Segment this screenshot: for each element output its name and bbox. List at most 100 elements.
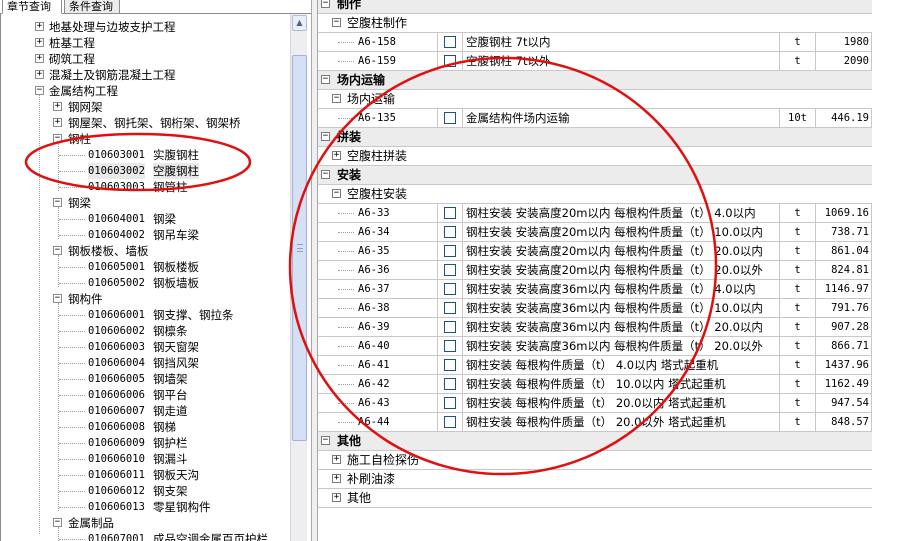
tree-item-010606007[interactable]: 010606007 钢走道 [1, 403, 291, 419]
minus-box-icon[interactable]: − [321, 170, 330, 179]
tree-item-010606012[interactable]: 010606012 钢支架 [1, 483, 291, 499]
tree-item-010606013[interactable]: 010606013 零星钢构件 [1, 499, 291, 515]
select-checkbox[interactable] [444, 112, 456, 124]
select-checkbox[interactable] [444, 226, 456, 238]
tree-item-010607001[interactable]: 010607001 成品空调金属百页护栏 [1, 531, 291, 541]
tree-node[interactable]: + 混凝土及钢筋混凝土工程 [1, 67, 291, 83]
subgroup-row[interactable]: − 空腹柱制作 [318, 14, 872, 33]
plus-box-icon[interactable]: + [53, 118, 62, 127]
minus-box-icon[interactable]: − [321, 132, 330, 141]
group-row[interactable]: − 场内运输 [318, 71, 872, 90]
minus-box-icon[interactable]: − [332, 94, 341, 103]
subgroup-row[interactable]: − 空腹柱安装 [318, 185, 872, 204]
tree-item-010604002[interactable]: 010604002 钢吊车梁 [1, 227, 291, 243]
minus-box-icon[interactable]: − [321, 75, 330, 84]
select-checkbox[interactable] [444, 321, 456, 333]
tree-item-010603001[interactable]: 010603001 实腹钢柱 [1, 147, 291, 163]
quota-row[interactable]: A6-158 空腹钢柱 7t以内 t 1980 [318, 33, 872, 52]
quota-row[interactable]: A6-159 空腹钢柱 7t以外 t 2090 [318, 52, 872, 71]
quota-row[interactable]: A6-44 钢柱安装 每根构件质量（t） 20.0以外 塔式起重机 t 848.57 [318, 413, 872, 432]
select-checkbox[interactable] [444, 245, 456, 257]
quota-row[interactable]: A6-37 钢柱安装 安装高度36m以内 每根构件质量（t） 4.0以内 t 1146… [318, 280, 872, 299]
tree-item-010604001[interactable]: 010604001 钢梁 [1, 211, 291, 227]
subgroup-row[interactable]: − 场内运输 [318, 90, 872, 109]
tree-item-010606003[interactable]: 010606003 钢天窗架 [1, 339, 291, 355]
quota-row[interactable]: A6-40 钢柱安装 安装高度36m以内 每根构件质量（t） 20.0以外 t 866… [318, 337, 872, 356]
plus-box-icon[interactable]: + [35, 70, 44, 79]
plus-box-icon[interactable]: + [35, 38, 44, 47]
plus-box-icon[interactable]: + [332, 151, 341, 160]
group-row[interactable]: − 制作 [318, 0, 872, 14]
tree-node[interactable]: − 钢柱 [1, 131, 291, 147]
tree-item-010603002[interactable]: 010603002 空腹钢柱 [1, 163, 291, 179]
tree-node[interactable]: + 钢屋架、钢托架、钢桁架、钢架桥 [1, 115, 291, 131]
minus-box-icon[interactable]: − [53, 198, 62, 207]
tree-node[interactable]: − 钢构件 [1, 291, 291, 307]
tree-item-010606006[interactable]: 010606006 钢平台 [1, 387, 291, 403]
scrollbar-thumb[interactable] [292, 55, 307, 441]
panel-splitter[interactable] [311, 0, 318, 541]
plus-box-icon[interactable]: + [35, 22, 44, 31]
subgroup-row[interactable]: + 施工自检探伤 [318, 451, 872, 470]
minus-box-icon[interactable]: − [321, 436, 330, 445]
tree-node[interactable]: + 砌筑工程 [1, 51, 291, 67]
tree-item-010603003[interactable]: 010603003 钢管柱 [1, 179, 291, 195]
group-row[interactable]: − 其他 [318, 432, 872, 451]
plus-box-icon[interactable]: + [35, 54, 44, 63]
minus-box-icon[interactable]: − [53, 246, 62, 255]
select-checkbox[interactable] [444, 264, 456, 276]
quota-row[interactable]: A6-135 金属结构件场内运输 10t 446.19 [318, 109, 872, 128]
quota-row[interactable]: A6-38 钢柱安装 安装高度36m以内 每根构件质量（t） 10.0以内 t 791… [318, 299, 872, 318]
subgroup-row[interactable]: + 补刷油漆 [318, 470, 872, 489]
minus-box-icon[interactable]: − [53, 294, 62, 303]
minus-box-icon[interactable]: − [53, 518, 62, 527]
tree-item-010605002[interactable]: 010605002 钢板墙板 [1, 275, 291, 291]
tree-node[interactable]: − 金属结构工程 [1, 83, 291, 99]
plus-box-icon[interactable]: + [332, 493, 341, 502]
select-checkbox[interactable] [444, 359, 456, 371]
tree-item-010606005[interactable]: 010606005 钢墙架 [1, 371, 291, 387]
subgroup-row[interactable]: + 空腹柱拼装 [318, 147, 872, 166]
tab-condition-query[interactable]: 条件查询 [64, 0, 120, 14]
tree-node[interactable]: + 桩基工程 [1, 35, 291, 51]
quota-row[interactable]: A6-39 钢柱安装 安装高度36m以内 每根构件质量（t） 20.0以内 t 907… [318, 318, 872, 337]
select-checkbox[interactable] [444, 55, 456, 67]
tree-item-010606010[interactable]: 010606010 钢漏斗 [1, 451, 291, 467]
tree-item-010606008[interactable]: 010606008 钢梯 [1, 419, 291, 435]
select-checkbox[interactable] [444, 378, 456, 390]
plus-box-icon[interactable]: + [53, 102, 62, 111]
quota-row[interactable]: A6-36 钢柱安装 安装高度20m以内 每根构件质量（t） 20.0以外 t 824… [318, 261, 872, 280]
minus-box-icon[interactable]: − [321, 0, 330, 8]
tab-chapter-query[interactable]: 章节查询 [2, 0, 62, 14]
select-checkbox[interactable] [444, 36, 456, 48]
quota-row[interactable]: A6-33 钢柱安装 安装高度20m以内 每根构件质量（t） 4.0以内 t 1069… [318, 204, 872, 223]
tree-item-010606009[interactable]: 010606009 钢护栏 [1, 435, 291, 451]
select-checkbox[interactable] [444, 340, 456, 352]
tree-item-010606001[interactable]: 010606001 钢支撑、钢拉条 [1, 307, 291, 323]
group-row[interactable]: − 安装 [318, 166, 872, 185]
tree-node[interactable]: − 金属制品 [1, 515, 291, 531]
minus-box-icon[interactable]: − [53, 134, 62, 143]
minus-box-icon[interactable]: − [332, 189, 341, 198]
quota-row[interactable]: A6-43 钢柱安装 每根构件质量（t） 20.0以内 塔式起重机 t 947.54 [318, 394, 872, 413]
plus-box-icon[interactable]: + [332, 474, 341, 483]
minus-box-icon[interactable]: − [332, 18, 341, 27]
tree-item-010606002[interactable]: 010606002 钢檩条 [1, 323, 291, 339]
quota-row[interactable]: A6-34 钢柱安装 安装高度20m以内 每根构件质量（t） 10.0以内 t 738… [318, 223, 872, 242]
select-checkbox[interactable] [444, 302, 456, 314]
tree-node[interactable]: − 钢板楼板、墙板 [1, 243, 291, 259]
select-checkbox[interactable] [444, 283, 456, 295]
tree-node[interactable]: + 钢网架 [1, 99, 291, 115]
arrow-up-icon[interactable]: ▲ [292, 15, 307, 31]
tree-node[interactable]: + 地基处理与边坡支护工程 [1, 19, 291, 35]
select-checkbox[interactable] [444, 207, 456, 219]
select-checkbox[interactable] [444, 416, 456, 428]
quota-row[interactable]: A6-41 钢柱安装 每根构件质量（t） 4.0以内 塔式起重机 t 1437.96 [318, 356, 872, 375]
tree-node[interactable]: − 钢梁 [1, 195, 291, 211]
subgroup-row[interactable]: + 其他 [318, 489, 872, 508]
minus-box-icon[interactable]: − [35, 86, 44, 95]
tree-item-010605001[interactable]: 010605001 钢板楼板 [1, 259, 291, 275]
tree-item-010606011[interactable]: 010606011 钢板天沟 [1, 467, 291, 483]
tree-item-010606004[interactable]: 010606004 钢挡风架 [1, 355, 291, 371]
group-row[interactable]: − 拼装 [318, 128, 872, 147]
